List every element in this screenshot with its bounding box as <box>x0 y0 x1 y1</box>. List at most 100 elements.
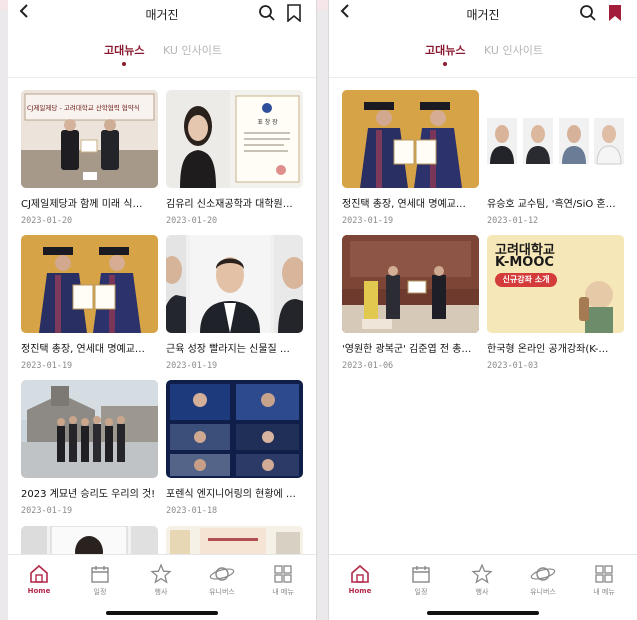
article-card[interactable]: 고려대학교 K-MOOC 신규강좌 소개 한국형 온라인 공개강좌(K-… 20… <box>487 235 624 371</box>
article-date: 2023-01-06 <box>342 361 394 371</box>
nav-my-menu[interactable]: 내 메뉴 <box>579 563 629 597</box>
nav-events-label: 행사 <box>154 588 168 596</box>
nav-universe[interactable]: 유니버스 <box>518 563 568 597</box>
article-date: 2023-01-20 <box>21 216 73 226</box>
article-title: 정진택 총장, 연세대 명예교… <box>21 344 145 355</box>
article-title: CJ제일제당과 함께 미래 식… <box>21 199 143 210</box>
nav-universe-label: 유니버스 <box>530 588 556 596</box>
honorary-degree-image <box>342 90 479 188</box>
research-team-portraits-image <box>487 90 624 188</box>
grid-menu-icon <box>274 565 292 583</box>
article-date: 2023-01-19 <box>166 361 218 371</box>
star-icon <box>471 563 493 584</box>
article-card[interactable]: 포렌식 엔지니어링의 현황에 … 2023-01-18 <box>166 380 303 516</box>
article-thumbnail <box>166 235 303 333</box>
video-conference-image <box>166 380 303 478</box>
article-card[interactable]: 유승호 교수팀, '흑연/SiO 혼… 2023-01-12 <box>487 90 624 226</box>
calendar-icon <box>412 566 430 583</box>
article-title: 한국형 온라인 공개강좌(K-… <box>487 344 609 355</box>
nav-schedule[interactable]: 일정 <box>75 563 125 597</box>
honorary-degree-image <box>21 235 158 333</box>
tab-ku-insight[interactable]: KU 인사이트 <box>163 42 222 58</box>
bookmark-filled-icon[interactable] <box>607 4 623 22</box>
nav-my-menu-label: 내 메뉴 <box>593 588 615 596</box>
nav-schedule[interactable]: 일정 <box>396 563 446 597</box>
bottom-nav: Home 일정 행사 유니버스 내 메뉴 <box>8 554 316 620</box>
article-thumbnail <box>487 90 624 188</box>
article-thumbnail: 표 창 장 <box>166 90 303 188</box>
search-icon[interactable] <box>579 4 597 22</box>
article-thumbnail <box>21 380 158 478</box>
tab-bar: 고대뉴스 KU 인사이트 <box>329 38 637 78</box>
article-title: 김유리 신소재공학과 대학원… <box>166 199 293 210</box>
researcher-portraits-image <box>166 235 303 333</box>
article-title: 유승호 교수팀, '흑연/SiO 혼… <box>487 199 616 210</box>
award-portrait-image <box>166 90 303 188</box>
article-date: 2023-01-19 <box>342 216 394 226</box>
article-title: 근육 성장 빨라지는 신물질 … <box>166 344 290 355</box>
article-thumbnail <box>342 235 479 333</box>
nav-events-label: 행사 <box>475 588 489 596</box>
star-icon <box>150 563 172 584</box>
nav-events[interactable]: 행사 <box>457 563 507 597</box>
article-card[interactable]: CJ제일제당 - 고려대학교 산학협력 협약식 CJ제일제당과 함께 미래 식…… <box>21 90 158 226</box>
right-screen: 매거진 고대뉴스 KU 인사이트 정진택 총장, 연세대 명예교… 2023-0… <box>328 0 637 620</box>
active-tab-indicator <box>122 62 126 66</box>
article-date: 2023-01-19 <box>21 506 73 516</box>
article-thumbnail: 고려대학교 K-MOOC 신규강좌 소개 <box>487 235 624 333</box>
home-indicator <box>427 611 539 615</box>
search-icon[interactable] <box>258 4 276 22</box>
nav-schedule-label: 일정 <box>414 588 428 596</box>
nav-home[interactable]: Home <box>335 563 385 595</box>
planet-icon <box>530 567 556 581</box>
tab-ku-insight[interactable]: KU 인사이트 <box>484 42 543 58</box>
grid-menu-icon <box>595 565 613 583</box>
article-card[interactable]: 2023 계묘년 승리도 우리의 것! 2023-01-19 <box>21 380 158 516</box>
article-title: 포렌식 엔지니어링의 현황에 … <box>166 489 296 500</box>
article-date: 2023-01-20 <box>166 216 218 226</box>
calendar-icon <box>91 566 109 583</box>
tab-bar: 고대뉴스 KU 인사이트 <box>8 38 316 78</box>
article-thumbnail <box>342 90 479 188</box>
article-thumbnail <box>166 380 303 478</box>
article-card[interactable]: 표 창 장 김유리 신소재공학과 대학원… 2023-01-20 <box>166 90 303 226</box>
nav-home-label: Home <box>348 587 372 595</box>
article-date: 2023-01-12 <box>487 216 539 226</box>
article-date: 2023-01-18 <box>166 506 218 516</box>
top-app-bar: 매거진 <box>329 0 637 30</box>
poster-badge-text: 신규강좌 소개 <box>502 275 550 284</box>
top-app-bar: 매거진 <box>8 0 316 30</box>
tab-kodae-news[interactable]: 고대뉴스 <box>104 42 144 58</box>
active-tab-indicator <box>443 62 447 66</box>
planet-icon <box>209 567 235 581</box>
donation-ceremony-image <box>342 235 479 333</box>
home-icon <box>351 564 369 583</box>
article-thumbnail <box>21 235 158 333</box>
article-date: 2023-01-03 <box>487 361 539 371</box>
article-card[interactable]: 정진택 총장, 연세대 명예교… 2023-01-19 <box>21 235 158 371</box>
article-title: '영원한 광복군' 김준엽 전 총… <box>342 344 472 355</box>
home-indicator <box>106 611 218 615</box>
nav-home[interactable]: Home <box>14 563 64 595</box>
bookmark-icon[interactable] <box>286 4 302 22</box>
article-card[interactable]: 정진택 총장, 연세대 명예교… 2023-01-19 <box>342 90 479 226</box>
article-title: 정진택 총장, 연세대 명예교… <box>342 199 466 210</box>
poster-title-line2: K-MOOC <box>495 255 554 270</box>
left-screen: 매거진 고대뉴스 KU 인사이트 CJ제일제당 - 고려대학교 산학협력 협약식… <box>8 0 317 620</box>
article-date: 2023-01-19 <box>21 361 73 371</box>
nav-universe-label: 유니버스 <box>209 588 235 596</box>
nav-universe[interactable]: 유니버스 <box>197 563 247 597</box>
tab-kodae-news[interactable]: 고대뉴스 <box>425 42 465 58</box>
home-icon <box>30 564 48 583</box>
nav-events[interactable]: 행사 <box>136 563 186 597</box>
campus-group-photo <box>21 380 158 478</box>
nav-my-menu[interactable]: 내 메뉴 <box>258 563 308 597</box>
nav-home-label: Home <box>27 587 51 595</box>
article-card[interactable]: 근육 성장 빨라지는 신물질 … 2023-01-19 <box>166 235 303 371</box>
certificate-heading: 표 창 장 <box>257 119 278 126</box>
nav-my-menu-label: 내 메뉴 <box>272 588 294 596</box>
article-card[interactable]: '영원한 광복군' 김준엽 전 총… 2023-01-06 <box>342 235 479 371</box>
bottom-nav: Home 일정 행사 유니버스 내 메뉴 <box>329 554 637 620</box>
nav-schedule-label: 일정 <box>93 588 107 596</box>
article-title: 2023 계묘년 승리도 우리의 것! <box>21 489 156 500</box>
